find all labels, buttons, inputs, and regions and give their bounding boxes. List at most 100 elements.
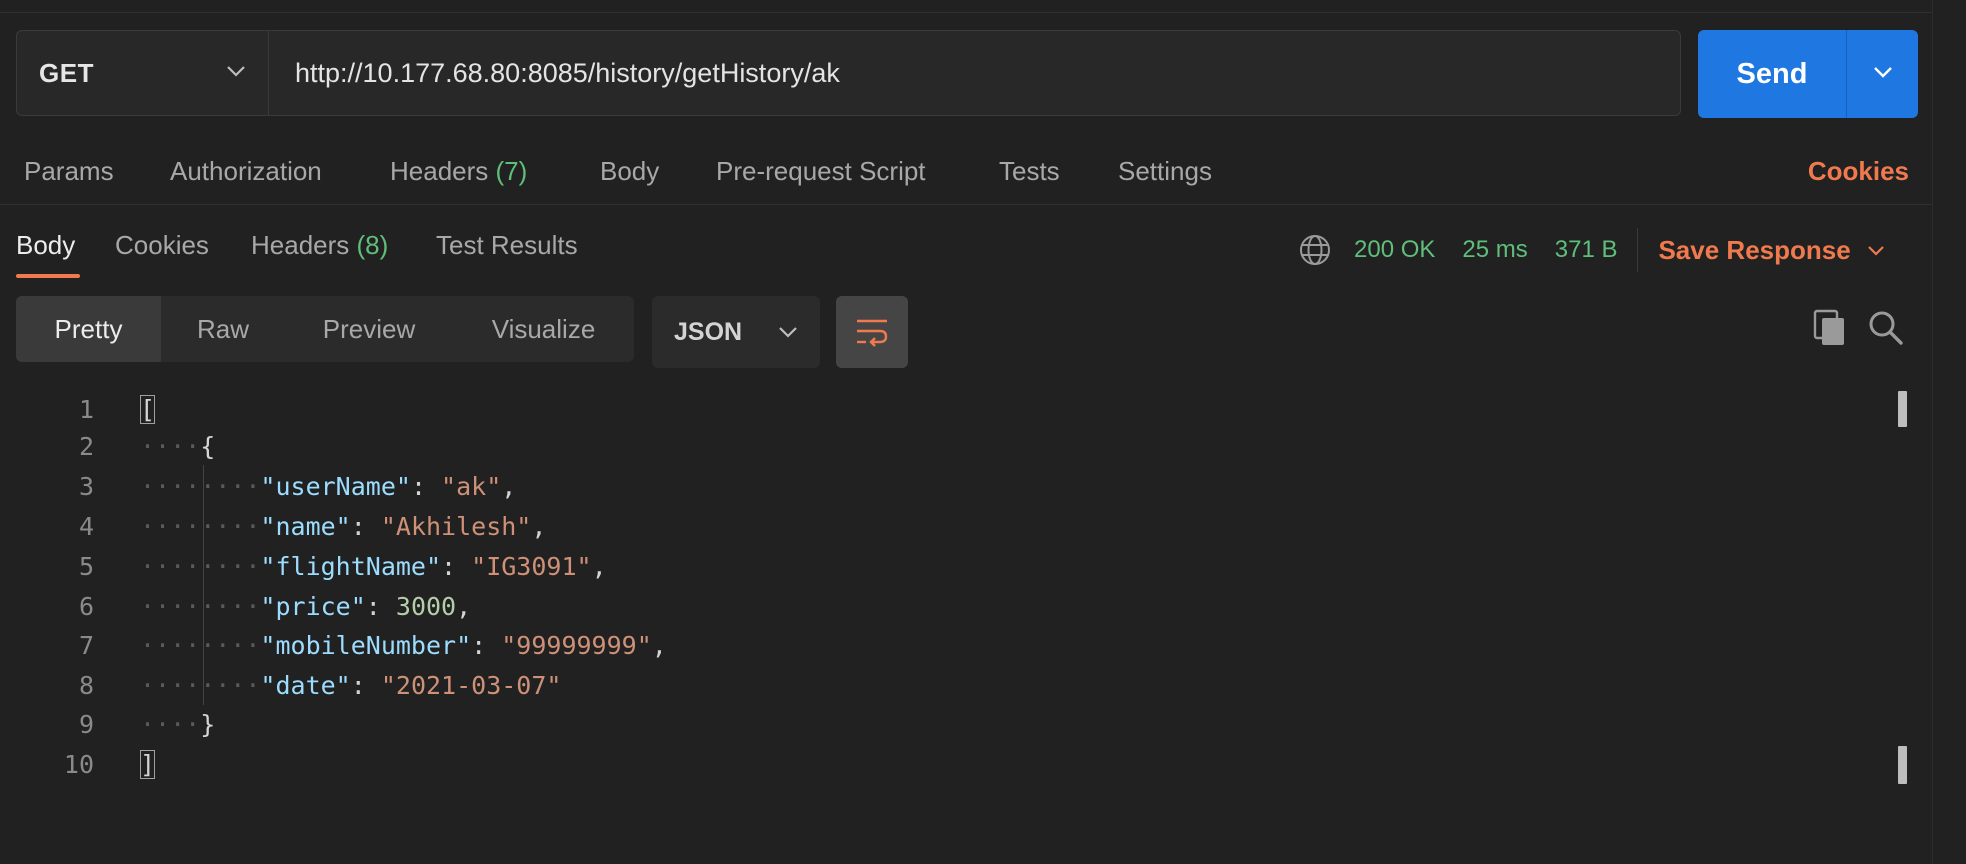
cookies-link[interactable]: Cookies xyxy=(1808,156,1909,187)
whitespace-marker: ···· xyxy=(140,432,201,461)
request-tabs: Params Authorization Headers (7) Body Pr… xyxy=(0,148,1932,205)
response-tab-test-results[interactable]: Test Results xyxy=(436,230,578,261)
search-icon xyxy=(1866,308,1906,353)
wrap-lines-icon xyxy=(854,316,890,348)
line-number: 1 xyxy=(78,395,94,424)
line-content: ········"name": "Akhilesh", xyxy=(140,507,546,547)
whitespace-marker: ········ xyxy=(140,512,261,541)
response-tab-cookies[interactable]: Cookies xyxy=(115,230,209,261)
globe-icon[interactable] xyxy=(1298,233,1332,267)
code-line: 6 ········"price": 3000, xyxy=(0,587,1880,627)
send-button[interactable]: Send xyxy=(1698,30,1846,118)
tab-pre-request-script[interactable]: Pre-request Script xyxy=(716,156,926,187)
code-line: 4 ········"name": "Akhilesh", xyxy=(0,507,1880,547)
chevron-down-icon xyxy=(1867,245,1885,256)
response-time[interactable]: 25 ms xyxy=(1462,236,1527,264)
mode-raw[interactable]: Raw xyxy=(161,296,285,362)
mode-preview[interactable]: Preview xyxy=(285,296,453,362)
json-comma: , xyxy=(456,592,472,621)
code-line: 1 [ xyxy=(0,390,1880,430)
tab-tests[interactable]: Tests xyxy=(999,156,1060,187)
line-content: ········"userName": "ak", xyxy=(140,467,516,507)
indent-guide xyxy=(203,465,204,705)
line-content: [ xyxy=(140,390,156,430)
json-colon: : xyxy=(350,671,381,700)
bracket-open: [ xyxy=(140,395,156,424)
copy-icon xyxy=(1812,308,1848,353)
json-key: "userName" xyxy=(260,472,411,501)
format-mode-selector: Pretty Raw Preview Visualize xyxy=(16,296,634,362)
status-code[interactable]: 200 OK xyxy=(1354,236,1435,264)
code-line: 7 ········"mobileNumber": "99999999", xyxy=(0,626,1880,666)
method-label: GET xyxy=(39,57,94,88)
url-input[interactable]: http://10.177.68.80:8085/history/getHist… xyxy=(269,31,1680,115)
json-value: "Akhilesh" xyxy=(380,512,532,541)
copy-button[interactable] xyxy=(1812,308,1848,348)
whitespace-marker: ········ xyxy=(140,592,261,621)
response-tab-body[interactable]: Body xyxy=(16,230,75,261)
tab-body[interactable]: Body xyxy=(600,156,659,187)
method-select[interactable]: GET xyxy=(17,31,269,115)
json-key: "mobileNumber" xyxy=(260,631,472,660)
line-content: ····{ xyxy=(140,427,215,467)
brace-open: { xyxy=(200,432,216,461)
tab-authorization[interactable]: Authorization xyxy=(170,156,322,187)
response-tabs: Body Cookies Headers (8) Test Results 20… xyxy=(0,222,1932,282)
json-key: "name" xyxy=(260,512,351,541)
json-colon: : xyxy=(441,552,472,581)
code-line: 2 ····{ xyxy=(0,427,1880,467)
chevron-down-icon xyxy=(778,326,798,338)
mode-pretty[interactable]: Pretty xyxy=(16,296,161,362)
response-tab-headers-count: (8) xyxy=(356,230,389,260)
json-comma: , xyxy=(651,631,667,660)
editor-scrollbar[interactable] xyxy=(1888,390,1908,790)
json-colon: : xyxy=(410,472,442,501)
line-content: ········"flightName": "IG3091", xyxy=(140,547,607,587)
response-size[interactable]: 371 B xyxy=(1555,236,1618,264)
brace-close: } xyxy=(200,710,216,739)
scrollbar-marker-bottom[interactable] xyxy=(1898,746,1907,784)
code-line: 9 ····} xyxy=(0,705,1880,745)
save-response-button[interactable]: Save Response xyxy=(1658,235,1884,266)
line-number: 9 xyxy=(78,710,94,739)
tab-headers[interactable]: Headers (7) xyxy=(390,156,527,187)
active-tab-underline xyxy=(16,274,80,278)
language-label: JSON xyxy=(674,317,743,346)
scrollbar-marker-top[interactable] xyxy=(1898,391,1907,427)
chevron-down-icon xyxy=(226,64,246,82)
whitespace-marker: ········ xyxy=(140,671,261,700)
whitespace-marker: ········ xyxy=(140,472,261,501)
json-value: "2021-03-07" xyxy=(380,671,562,700)
json-value: 3000 xyxy=(395,592,457,621)
code-line: 10 ] xyxy=(0,745,1880,785)
tab-params[interactable]: Params xyxy=(24,156,114,187)
send-options-button[interactable] xyxy=(1847,30,1918,118)
line-number: 8 xyxy=(78,671,94,700)
mode-visualize[interactable]: Visualize xyxy=(453,296,634,362)
chevron-down-icon xyxy=(1873,65,1893,83)
tab-headers-count: (7) xyxy=(495,156,528,186)
json-comma: , xyxy=(501,472,517,501)
line-number: 5 xyxy=(78,552,94,581)
wrap-lines-button[interactable] xyxy=(836,296,908,368)
response-tab-headers[interactable]: Headers (8) xyxy=(251,230,388,261)
json-comma: , xyxy=(591,552,607,581)
json-colon: : xyxy=(350,512,381,541)
save-response-label: Save Response xyxy=(1658,234,1851,265)
status-divider xyxy=(1637,228,1639,272)
json-key: "flightName" xyxy=(260,552,442,581)
whitespace-marker: ···· xyxy=(140,710,201,739)
line-content: ] xyxy=(140,745,156,785)
bracket-close: ] xyxy=(140,750,156,779)
search-button[interactable] xyxy=(1866,308,1906,348)
line-content: ····} xyxy=(140,705,215,745)
response-body-editor[interactable]: 1 [ 2 ····{ 3 ········"userName": "ak", … xyxy=(0,390,1932,810)
line-number: 10 xyxy=(63,750,94,779)
json-value: "ak" xyxy=(441,472,502,501)
tab-settings[interactable]: Settings xyxy=(1118,156,1212,187)
json-colon: : xyxy=(471,631,502,660)
json-comma: , xyxy=(531,512,547,541)
line-content: ········"price": 3000, xyxy=(140,587,471,627)
tab-headers-label: Headers xyxy=(390,156,489,186)
language-select[interactable]: JSON xyxy=(652,296,820,368)
